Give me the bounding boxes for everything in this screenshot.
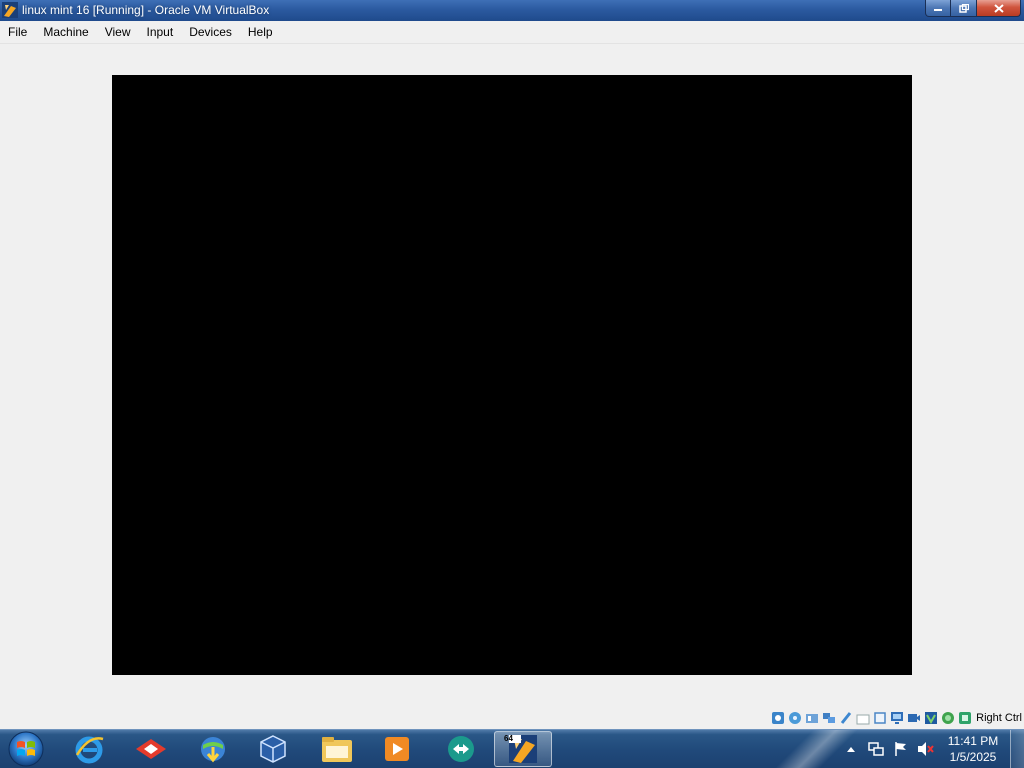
windows-start-icon (8, 731, 44, 767)
internet-download-manager-icon (201, 737, 225, 763)
teamviewer-icon (448, 736, 474, 762)
network-icon[interactable] (821, 711, 837, 726)
network-icon[interactable] (867, 741, 885, 757)
taskbar-windows-explorer[interactable] (308, 731, 366, 767)
mouse-integration-icon[interactable] (940, 711, 956, 726)
menu-bar: File Machine View Input Devices Help (0, 21, 1024, 44)
media-player-icon (385, 737, 409, 761)
system-tray (842, 730, 942, 768)
internet-explorer-icon (75, 736, 104, 764)
optical-drive-icon[interactable] (787, 711, 803, 726)
minimize-button[interactable] (925, 0, 951, 17)
shared-folders-icon[interactable] (855, 711, 871, 726)
host-key-label: Right Ctrl (976, 712, 1022, 724)
restore-button[interactable] (951, 0, 977, 17)
windows-explorer-icon (322, 737, 352, 762)
video-capture-icon[interactable] (906, 711, 922, 726)
menu-help[interactable]: Help (240, 22, 281, 42)
system-clock[interactable]: 11:41 PM 1/5/2025 (938, 733, 1008, 765)
keyboard-capture-icon[interactable] (957, 711, 973, 726)
virtualbox-icon (260, 735, 286, 763)
vm-status-bar: Right Ctrl (770, 709, 1022, 727)
show-hidden-icons-arrow[interactable] (842, 741, 860, 757)
close-button[interactable] (977, 0, 1021, 17)
title-bar[interactable]: linux mint 16 [Running] - Oracle VM Virt… (0, 0, 1024, 21)
virtualbox-window: linux mint 16 [Running] - Oracle VM Virt… (0, 0, 1024, 729)
gamemaker-icon (136, 739, 166, 759)
restore-icon (958, 3, 969, 13)
minimize-icon (934, 9, 942, 11)
virtualization-icon[interactable] (923, 711, 939, 726)
clipboard-icon[interactable] (872, 711, 888, 726)
clock-date: 1/5/2025 (949, 750, 997, 764)
close-icon (993, 3, 1004, 13)
clock-time: 11:41 PM (947, 734, 999, 748)
display-icon[interactable] (889, 711, 905, 726)
vm-display[interactable] (112, 75, 912, 675)
hard-disk-icon[interactable] (770, 711, 786, 726)
taskbar-gamemaker[interactable] (122, 731, 180, 767)
windows-taskbar: 64 11:41 PM 1/5/2025 (0, 729, 1024, 768)
show-desktop-button[interactable] (1010, 730, 1024, 768)
menu-machine[interactable]: Machine (35, 22, 96, 42)
menu-devices[interactable]: Devices (181, 22, 240, 42)
window-title: linux mint 16 [Running] - Oracle VM Virt… (22, 3, 270, 17)
menu-view[interactable]: View (97, 22, 139, 42)
action-center-flag-icon[interactable] (892, 741, 910, 757)
menu-input[interactable]: Input (139, 22, 182, 42)
taskbar-media-player[interactable] (368, 731, 426, 767)
start-button[interactable] (6, 731, 46, 767)
virtualbox-vm-icon[interactable] (2, 2, 18, 18)
usb-icon[interactable] (838, 711, 854, 726)
taskbar-virtualbox[interactable] (244, 731, 302, 767)
vm-badge-label: 64 (504, 734, 513, 743)
taskbar-virtualbox-vm-window[interactable]: 64 (494, 731, 552, 767)
volume-muted-icon[interactable] (917, 741, 935, 757)
menu-file[interactable]: File (0, 22, 35, 42)
taskbar-teamviewer[interactable] (432, 731, 490, 767)
taskbar-internet-explorer[interactable] (60, 731, 118, 767)
audio-icon[interactable] (804, 711, 820, 726)
taskbar-download-manager[interactable] (184, 731, 242, 767)
window-controls (925, 0, 1021, 18)
